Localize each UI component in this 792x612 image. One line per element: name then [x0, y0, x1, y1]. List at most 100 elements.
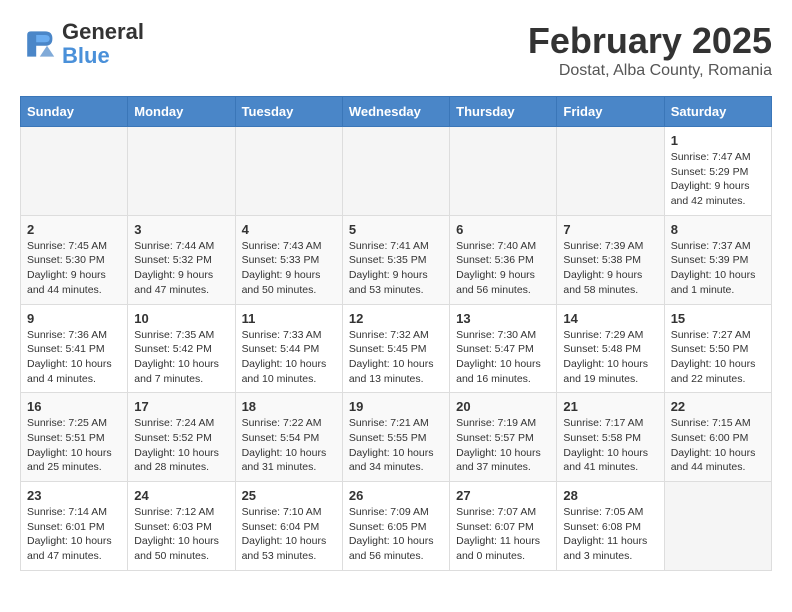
day-info: Sunrise: 7:17 AM Sunset: 5:58 PM Dayligh…	[563, 416, 657, 475]
weekday-header-thursday: Thursday	[450, 97, 557, 127]
day-info: Sunrise: 7:36 AM Sunset: 5:41 PM Dayligh…	[27, 328, 121, 387]
calendar-cell	[342, 127, 449, 216]
title-block: February 2025 Dostat, Alba County, Roman…	[528, 20, 772, 80]
calendar-body: 1 Sunrise: 7:47 AM Sunset: 5:29 PM Daylig…	[21, 127, 772, 571]
day-number: 15	[671, 311, 765, 326]
calendar-cell: 3Sunrise: 7:44 AM Sunset: 5:32 PM Daylig…	[128, 215, 235, 304]
calendar-cell: 16 Sunrise: 7:25 AM Sunset: 5:51 PM Dayli…	[21, 393, 128, 482]
calendar-subtitle: Dostat, Alba County, Romania	[528, 62, 772, 80]
day-number: 21	[563, 399, 657, 414]
day-number: 24	[134, 488, 228, 503]
day-info: Sunrise: 7:41 AM Sunset: 5:35 PM Dayligh…	[349, 239, 443, 298]
day-number: 12	[349, 311, 443, 326]
day-info: Sunrise: 7:43 AM Sunset: 5:33 PM Dayligh…	[242, 239, 336, 298]
day-info: Sunrise: 7:12 AM Sunset: 6:03 PM Dayligh…	[134, 505, 228, 564]
calendar-week-4: 16 Sunrise: 7:25 AM Sunset: 5:51 PM Dayli…	[21, 393, 772, 482]
calendar-cell: 12Sunrise: 7:32 AM Sunset: 5:45 PM Dayli…	[342, 304, 449, 393]
day-info: Sunrise: 7:47 AM Sunset: 5:29 PM Dayligh…	[671, 150, 765, 209]
day-info: Sunrise: 7:39 AM Sunset: 5:38 PM Dayligh…	[563, 239, 657, 298]
day-info: Sunrise: 7:27 AM Sunset: 5:50 PM Dayligh…	[671, 328, 765, 387]
day-number: 9	[27, 311, 121, 326]
day-number: 10	[134, 311, 228, 326]
day-number: 18	[242, 399, 336, 414]
day-info: Sunrise: 7:22 AM Sunset: 5:54 PM Dayligh…	[242, 416, 336, 475]
calendar-cell: 25 Sunrise: 7:10 AM Sunset: 6:04 PM Dayli…	[235, 482, 342, 571]
calendar-cell	[21, 127, 128, 216]
calendar-cell: 5Sunrise: 7:41 AM Sunset: 5:35 PM Daylig…	[342, 215, 449, 304]
logo-icon	[20, 26, 56, 62]
calendar-week-1: 1 Sunrise: 7:47 AM Sunset: 5:29 PM Daylig…	[21, 127, 772, 216]
day-info: Sunrise: 7:30 AM Sunset: 5:47 PM Dayligh…	[456, 328, 550, 387]
calendar-cell: 19 Sunrise: 7:21 AM Sunset: 5:55 PM Dayli…	[342, 393, 449, 482]
calendar-cell: 27 Sunrise: 7:07 AM Sunset: 6:07 PM Dayli…	[450, 482, 557, 571]
day-info: Sunrise: 7:10 AM Sunset: 6:04 PM Dayligh…	[242, 505, 336, 564]
calendar-table: SundayMondayTuesdayWednesdayThursdayFrid…	[20, 96, 772, 571]
day-number: 3	[134, 222, 228, 237]
calendar-cell: 9 Sunrise: 7:36 AM Sunset: 5:41 PM Daylig…	[21, 304, 128, 393]
day-number: 4	[242, 222, 336, 237]
day-number: 1	[671, 133, 765, 148]
page-header: GeneralBlue February 2025 Dostat, Alba C…	[20, 20, 772, 80]
calendar-cell: 14 Sunrise: 7:29 AM Sunset: 5:48 PM Dayli…	[557, 304, 664, 393]
calendar-cell: 8 Sunrise: 7:37 AM Sunset: 5:39 PM Daylig…	[664, 215, 771, 304]
day-number: 8	[671, 222, 765, 237]
day-number: 26	[349, 488, 443, 503]
day-info: Sunrise: 7:07 AM Sunset: 6:07 PM Dayligh…	[456, 505, 550, 564]
logo: GeneralBlue	[20, 20, 144, 68]
calendar-header: SundayMondayTuesdayWednesdayThursdayFrid…	[21, 97, 772, 127]
day-info: Sunrise: 7:25 AM Sunset: 5:51 PM Dayligh…	[27, 416, 121, 475]
calendar-week-5: 23 Sunrise: 7:14 AM Sunset: 6:01 PM Dayli…	[21, 482, 772, 571]
day-info: Sunrise: 7:15 AM Sunset: 6:00 PM Dayligh…	[671, 416, 765, 475]
day-number: 23	[27, 488, 121, 503]
day-number: 28	[563, 488, 657, 503]
calendar-cell: 6Sunrise: 7:40 AM Sunset: 5:36 PM Daylig…	[450, 215, 557, 304]
calendar-week-3: 9 Sunrise: 7:36 AM Sunset: 5:41 PM Daylig…	[21, 304, 772, 393]
calendar-cell: 26 Sunrise: 7:09 AM Sunset: 6:05 PM Dayli…	[342, 482, 449, 571]
calendar-cell	[235, 127, 342, 216]
calendar-cell: 18 Sunrise: 7:22 AM Sunset: 5:54 PM Dayli…	[235, 393, 342, 482]
weekday-header-saturday: Saturday	[664, 97, 771, 127]
day-number: 25	[242, 488, 336, 503]
calendar-cell: 21 Sunrise: 7:17 AM Sunset: 5:58 PM Dayli…	[557, 393, 664, 482]
calendar-cell: 15 Sunrise: 7:27 AM Sunset: 5:50 PM Dayli…	[664, 304, 771, 393]
weekday-header-monday: Monday	[128, 97, 235, 127]
day-info: Sunrise: 7:21 AM Sunset: 5:55 PM Dayligh…	[349, 416, 443, 475]
day-number: 16	[27, 399, 121, 414]
calendar-cell: 13 Sunrise: 7:30 AM Sunset: 5:47 PM Dayli…	[450, 304, 557, 393]
calendar-cell: 22 Sunrise: 7:15 AM Sunset: 6:00 PM Dayli…	[664, 393, 771, 482]
day-number: 14	[563, 311, 657, 326]
calendar-cell: 2 Sunrise: 7:45 AM Sunset: 5:30 PM Daylig…	[21, 215, 128, 304]
calendar-cell: 23 Sunrise: 7:14 AM Sunset: 6:01 PM Dayli…	[21, 482, 128, 571]
day-number: 19	[349, 399, 443, 414]
day-info: Sunrise: 7:09 AM Sunset: 6:05 PM Dayligh…	[349, 505, 443, 564]
calendar-cell: 11 Sunrise: 7:33 AM Sunset: 5:44 PM Dayli…	[235, 304, 342, 393]
weekday-header-friday: Friday	[557, 97, 664, 127]
calendar-cell: 20Sunrise: 7:19 AM Sunset: 5:57 PM Dayli…	[450, 393, 557, 482]
calendar-cell	[128, 127, 235, 216]
day-number: 2	[27, 222, 121, 237]
day-number: 13	[456, 311, 550, 326]
calendar-cell: 7 Sunrise: 7:39 AM Sunset: 5:38 PM Daylig…	[557, 215, 664, 304]
calendar-cell: 10 Sunrise: 7:35 AM Sunset: 5:42 PM Dayli…	[128, 304, 235, 393]
day-info: Sunrise: 7:35 AM Sunset: 5:42 PM Dayligh…	[134, 328, 228, 387]
day-number: 7	[563, 222, 657, 237]
day-number: 11	[242, 311, 336, 326]
day-number: 22	[671, 399, 765, 414]
day-info: Sunrise: 7:24 AM Sunset: 5:52 PM Dayligh…	[134, 416, 228, 475]
calendar-cell: 1 Sunrise: 7:47 AM Sunset: 5:29 PM Daylig…	[664, 127, 771, 216]
day-info: Sunrise: 7:14 AM Sunset: 6:01 PM Dayligh…	[27, 505, 121, 564]
day-info: Sunrise: 7:29 AM Sunset: 5:48 PM Dayligh…	[563, 328, 657, 387]
day-info: Sunrise: 7:19 AM Sunset: 5:57 PM Dayligh…	[456, 416, 550, 475]
weekday-header-sunday: Sunday	[21, 97, 128, 127]
day-info: Sunrise: 7:33 AM Sunset: 5:44 PM Dayligh…	[242, 328, 336, 387]
day-info: Sunrise: 7:45 AM Sunset: 5:30 PM Dayligh…	[27, 239, 121, 298]
weekday-header-row: SundayMondayTuesdayWednesdayThursdayFrid…	[21, 97, 772, 127]
day-info: Sunrise: 7:37 AM Sunset: 5:39 PM Dayligh…	[671, 239, 765, 298]
day-number: 6	[456, 222, 550, 237]
calendar-cell: 28 Sunrise: 7:05 AM Sunset: 6:08 PM Dayli…	[557, 482, 664, 571]
day-number: 17	[134, 399, 228, 414]
calendar-cell: 17 Sunrise: 7:24 AM Sunset: 5:52 PM Dayli…	[128, 393, 235, 482]
day-info: Sunrise: 7:05 AM Sunset: 6:08 PM Dayligh…	[563, 505, 657, 564]
day-number: 27	[456, 488, 550, 503]
calendar-cell: 24 Sunrise: 7:12 AM Sunset: 6:03 PM Dayli…	[128, 482, 235, 571]
